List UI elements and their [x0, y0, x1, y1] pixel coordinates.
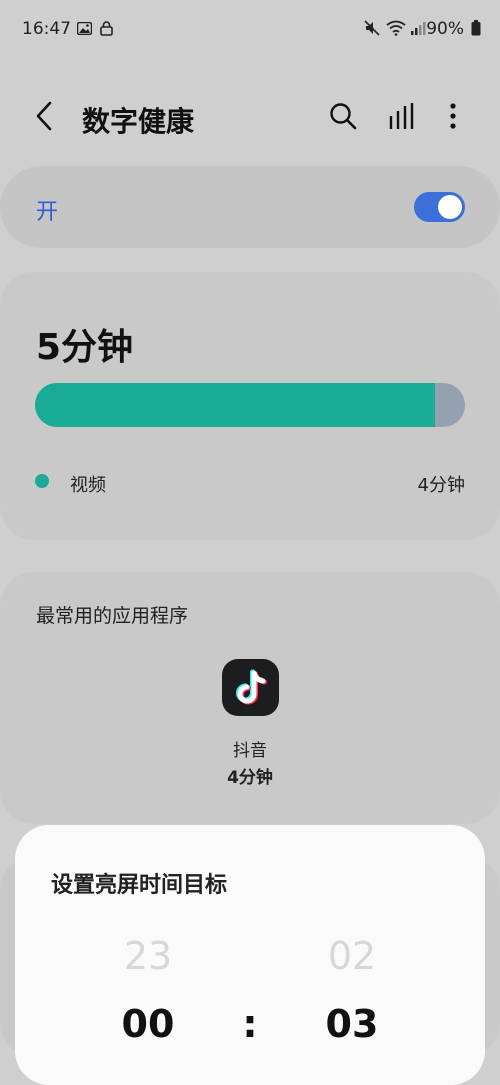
status-bar: 16:47 90% — [0, 0, 500, 60]
status-time: 16:47 — [22, 19, 71, 39]
minute-picker-prev[interactable]: 02 — [307, 934, 397, 978]
signal-icon — [410, 20, 426, 36]
time-separator: : — [242, 1002, 258, 1046]
battery-percent: 90% — [426, 19, 464, 39]
toggle-label: 开 — [36, 200, 59, 225]
image-icon — [76, 20, 92, 36]
sheet-title: 设置亮屏时间目标 — [51, 873, 228, 898]
battery-icon — [468, 20, 484, 36]
chart-icon — [388, 102, 414, 134]
wifi-icon — [386, 20, 406, 36]
usage-bar-fill-video — [35, 383, 435, 427]
mute-icon — [364, 20, 380, 36]
page-title: 数字健康 — [82, 105, 195, 138]
legend-label-video: 视频 — [70, 475, 106, 496]
total-screen-time: 5分钟 — [36, 327, 134, 368]
back-icon — [34, 101, 54, 135]
switch-knob — [438, 195, 462, 219]
screen-time-goal-sheet — [15, 825, 485, 1085]
search-icon — [329, 102, 357, 134]
app-name: 抖音 — [233, 741, 267, 761]
app-usage-time: 4分钟 — [227, 768, 273, 788]
hour-picker-current[interactable]: 00 — [103, 1002, 193, 1046]
lock-icon — [98, 20, 114, 36]
app-tiktok-button[interactable] — [222, 659, 279, 716]
most-used-apps-title: 最常用的应用程序 — [36, 605, 189, 627]
wellbeing-switch[interactable] — [414, 192, 465, 222]
usage-bar — [35, 383, 465, 427]
tiktok-icon — [222, 659, 279, 720]
chart-button[interactable] — [383, 100, 419, 136]
search-button[interactable] — [325, 100, 361, 136]
hour-picker-prev[interactable]: 23 — [103, 934, 193, 978]
minute-picker-current[interactable]: 03 — [307, 1002, 397, 1046]
legend-value-video: 4分钟 — [417, 475, 465, 496]
back-button[interactable] — [26, 100, 62, 136]
more-icon — [449, 102, 457, 134]
more-options-button[interactable] — [435, 100, 471, 136]
legend-dot-video — [35, 474, 49, 488]
